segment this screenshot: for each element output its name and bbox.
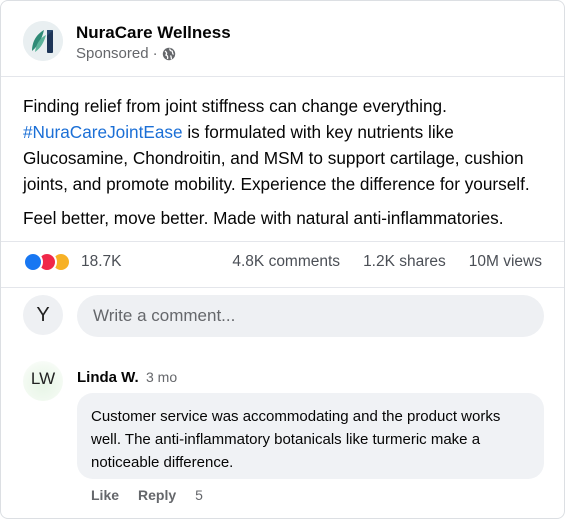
post-paragraph-1: Finding relief from joint stiffness can … (23, 93, 548, 197)
post-paragraph-2: Feel better, move better. Made with natu… (23, 208, 504, 228)
hashtag-link[interactable]: #NuraCareJointEase (23, 122, 183, 142)
like-reaction-icon (23, 252, 43, 272)
page-name[interactable]: NuraCare Wellness (76, 23, 231, 43)
comment-input[interactable]: Write a comment... (77, 295, 544, 337)
reaction-icons[interactable] (23, 252, 71, 272)
commenter-avatar[interactable]: LW (23, 361, 63, 401)
comment-bubble: Customer service was accommodating and t… (77, 393, 544, 479)
nuracare-logo-icon (23, 21, 63, 61)
divider (1, 241, 564, 242)
sponsored-row: Sponsored · (76, 45, 176, 62)
page-logo[interactable] (23, 21, 63, 61)
post-text-intro: Finding relief from joint stiffness can … (23, 96, 447, 116)
comment-author[interactable]: Linda W. (77, 369, 139, 386)
comments-count[interactable]: 4.8K comments (232, 253, 340, 271)
globe-icon (162, 47, 176, 61)
comment-reply-button[interactable]: Reply (138, 487, 176, 503)
separator-dot: · (152, 45, 158, 62)
sponsored-post-card: NuraCare Wellness Sponsored · Finding re… (0, 0, 565, 519)
comment-time[interactable]: 3 mo (146, 369, 177, 385)
shares-count[interactable]: 1.2K shares (363, 253, 446, 271)
views-count: 10M views (468, 253, 542, 270)
sponsored-label[interactable]: Sponsored (76, 45, 149, 62)
comment-like-count[interactable]: 5 (195, 487, 203, 503)
post-body: Finding relief from joint stiffness can … (23, 93, 548, 231)
divider (1, 287, 564, 288)
user-avatar[interactable]: Y (23, 295, 63, 335)
comment-like-button[interactable]: Like (91, 487, 119, 503)
post-header: NuraCare Wellness Sponsored · (1, 1, 564, 77)
comment-actions: Like Reply 5 (91, 487, 203, 503)
reaction-count[interactable]: 18.7K (81, 253, 122, 271)
post-stats-row: 18.7K 4.8K comments 1.2K shares 10M view… (23, 249, 542, 275)
